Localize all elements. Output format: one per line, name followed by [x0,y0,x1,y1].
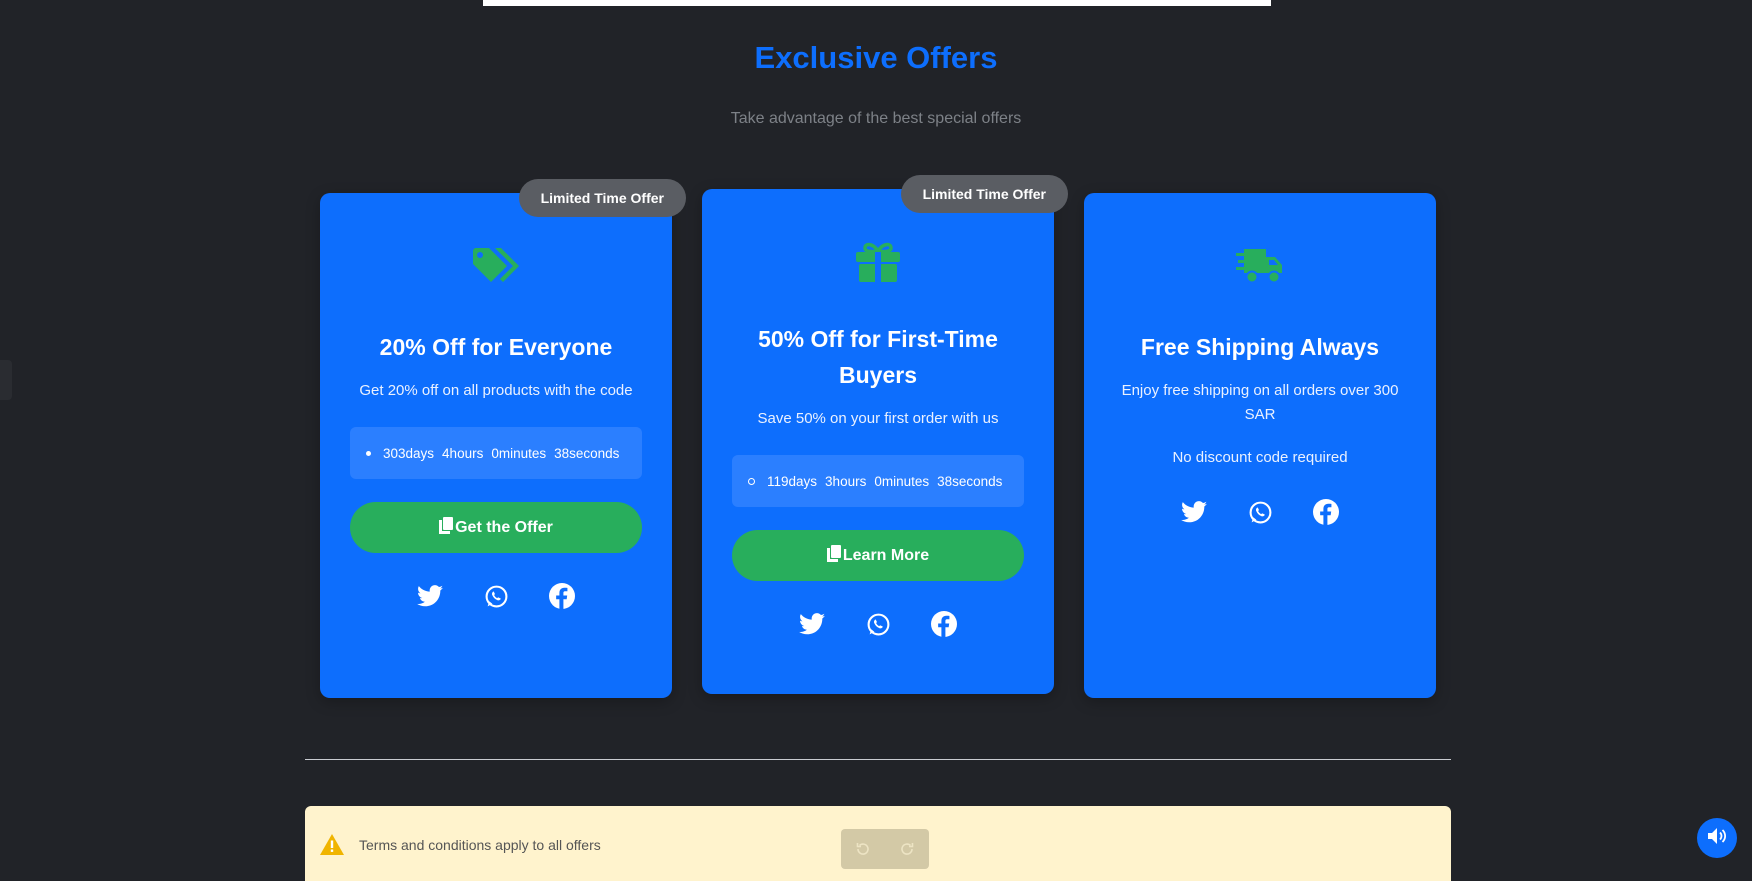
sound-toggle-button[interactable] [1697,818,1737,858]
offer-title: 50% Off for First-Time Buyers [758,326,998,388]
offer-title: 20% Off for Everyone [379,334,613,360]
share-links [320,583,672,609]
countdown-hours: 3hours [825,473,867,489]
copy-icon [826,544,841,567]
whatsapp-icon[interactable] [1247,499,1273,525]
undo-icon[interactable] [853,839,873,859]
countdown-days: 119days [767,473,818,489]
bullet-icon [748,477,755,485]
whatsapp-icon[interactable] [483,583,509,609]
facebook-icon[interactable] [931,611,957,637]
terms-text: Terms and conditions apply to all offers [359,837,601,853]
whatsapp-icon[interactable] [865,611,891,637]
offer-card-discount: Limited Time Offer 20% Off for Everyone … [320,179,686,698]
terms-alert: Terms and conditions apply to all offers [305,806,1451,881]
copy-icon [439,516,454,539]
offer-description: Enjoy free shipping on all orders over 3… [1121,382,1399,423]
twitter-icon[interactable] [417,583,443,609]
countdown-seconds: 38seconds [554,445,620,461]
side-tab[interactable] [0,360,12,400]
warning-icon [320,834,344,860]
shipping-fast-icon [1084,245,1436,287]
limited-offer-badge: Limited Time Offer [900,175,1068,213]
offer-description: Save 50% on your first order with us [757,410,999,427]
facebook-icon[interactable] [549,583,575,609]
share-links [702,611,1054,637]
countdown-days: 303days [383,445,435,461]
offer-description: Get 20% off on all products with the cod… [359,382,633,399]
tags-icon [320,245,672,287]
countdown-seconds: 38seconds [937,473,1003,489]
countdown-minutes: 0minutes [874,473,930,489]
gift-icon [702,241,1054,283]
limited-offer-badge: Limited Time Offer [518,179,686,217]
offer-title: Free Shipping Always [1140,334,1380,360]
countdown-minutes: 0minutes [491,445,547,461]
twitter-icon[interactable] [799,611,825,637]
offer-card-first-time: Limited Time Offer 50% Off for First-Tim… [702,175,1068,694]
offer-card-free-shipping: Free Shipping Always Enjoy free shipping… [1084,193,1436,698]
countdown-timer: 303days 4hours 0minutes 38seconds [350,427,642,479]
offer-note: No discount code required [1172,449,1348,466]
history-controls [841,829,929,869]
volume-icon [1707,827,1727,850]
get-offer-label: Get the Offer [455,518,553,536]
countdown-hours: 4hours [442,445,484,461]
page-title: Exclusive Offers [754,40,998,75]
countdown-timer: 119days 3hours 0minutes 38seconds [732,455,1024,507]
page-subtitle: Take advantage of the best special offer… [730,110,1022,127]
learn-more-label: Learn More [842,546,930,564]
facebook-icon[interactable] [1313,499,1339,525]
section-divider [305,759,1451,760]
redo-icon[interactable] [897,839,917,859]
share-links [1084,499,1436,525]
learn-more-button[interactable]: Learn More [732,530,1024,581]
top-banner-edge [483,0,1271,6]
bullet-icon [366,450,371,456]
get-offer-button[interactable]: Get the Offer [350,502,642,553]
twitter-icon[interactable] [1181,499,1207,525]
